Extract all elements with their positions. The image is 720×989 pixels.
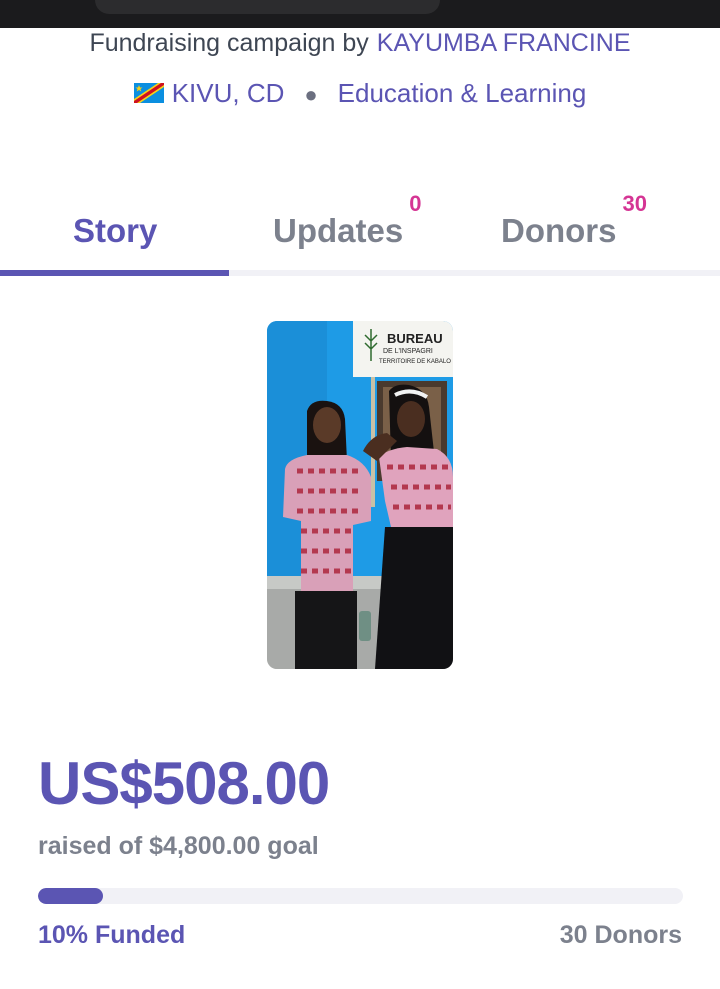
goal-text: raised of $4,800.00 goal: [38, 832, 319, 860]
tab-donors-label: Donors: [501, 212, 617, 249]
category-link[interactable]: Education & Learning: [338, 78, 587, 108]
campaign-photo-illustration: BUREAU DE L'INSPAGRI TERRITOIRE DE KABAL…: [267, 321, 453, 669]
tab-updates[interactable]: Updates0: [273, 191, 421, 272]
amount-raised: US$508.00: [38, 750, 330, 817]
campaign-tabs: Story Updates0 Donors30: [0, 191, 720, 276]
location-link[interactable]: KIVU, CD: [172, 78, 285, 108]
funding-progress-fill: [38, 888, 103, 904]
campaign-photo[interactable]: BUREAU DE L'INSPAGRI TERRITOIRE DE KABAL…: [267, 321, 453, 669]
tab-indicator-track: [229, 270, 720, 276]
sign-line-2: DE L'INSPAGRI: [383, 348, 433, 355]
campaign-byline: Fundraising campaign by KAYUMBA FRANCINE: [0, 28, 720, 58]
tab-donors-badge: 30: [622, 191, 647, 216]
drc-flag-icon: [133, 83, 164, 103]
sign-line-1: BUREAU: [387, 331, 443, 346]
tab-updates-badge: 0: [409, 191, 422, 216]
campaign-meta: KIVU, CD ● Education & Learning: [0, 77, 720, 111]
tab-updates-label: Updates: [273, 212, 404, 249]
funding-progress-bar: [38, 888, 683, 904]
sign-line-3: TERRITOIRE DE KABALO: [379, 359, 451, 365]
tab-active-indicator: [0, 270, 229, 276]
status-bar: [0, 0, 720, 28]
tab-donors[interactable]: Donors30: [501, 191, 647, 272]
tab-story-label: Story: [73, 212, 158, 249]
owner-name-link[interactable]: KAYUMBA FRANCINE: [377, 29, 631, 57]
separator-dot: ●: [304, 82, 318, 107]
donors-count-link[interactable]: 30 Donors: [560, 918, 682, 952]
byline-prefix: Fundraising campaign by: [89, 29, 369, 57]
camera-notch: [95, 0, 440, 14]
tab-story[interactable]: Story: [73, 196, 157, 272]
funded-percentage: 10% Funded: [38, 921, 186, 949]
